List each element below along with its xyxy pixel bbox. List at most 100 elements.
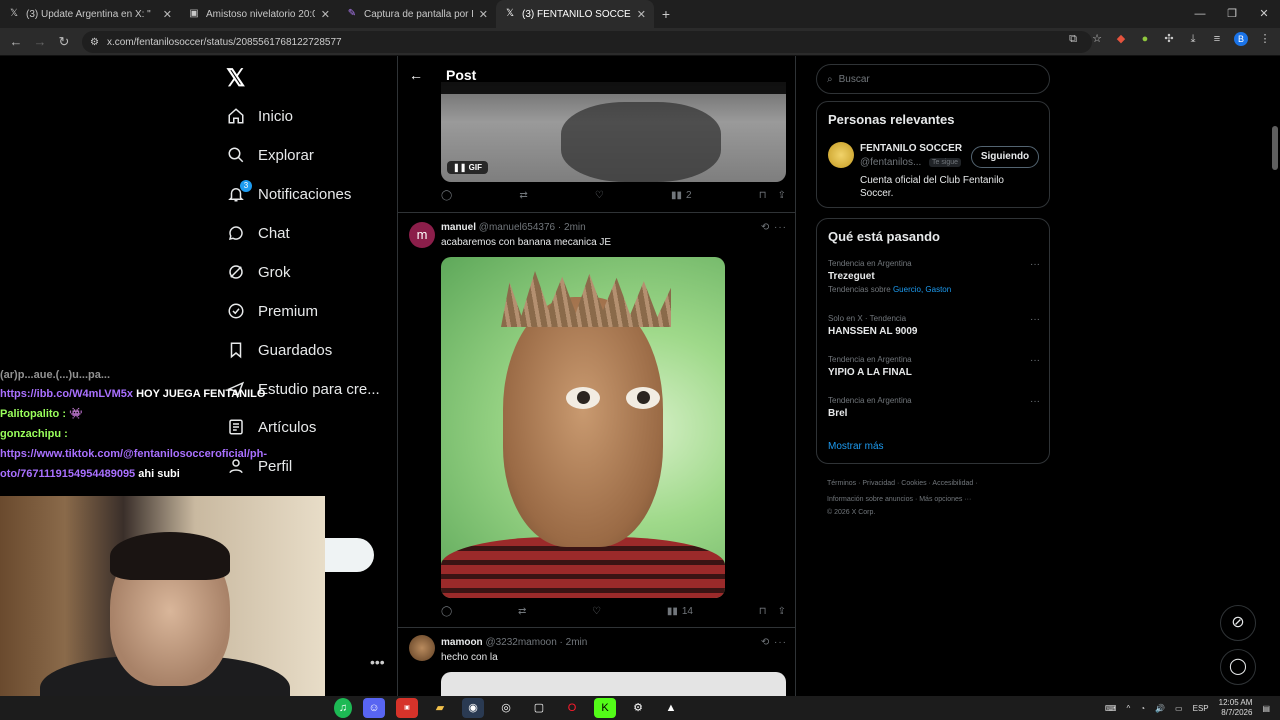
nav-item-chat[interactable]: Chat bbox=[226, 223, 290, 243]
nav-item-bookmarks[interactable]: Guardados bbox=[226, 340, 332, 360]
page-scrollbar[interactable] bbox=[1270, 56, 1280, 696]
reply-icon[interactable]: ◯ bbox=[441, 190, 452, 201]
show-more-link[interactable]: Mostrar más bbox=[828, 441, 884, 452]
tray-arrow-icon[interactable]: ^ bbox=[1126, 704, 1130, 713]
new-tab-icon[interactable]: + bbox=[654, 6, 678, 22]
tweet-author-name[interactable]: mamoon bbox=[441, 637, 483, 648]
retweet-icon[interactable]: ⇄ bbox=[519, 190, 527, 201]
extension-red-icon[interactable]: ◆ bbox=[1114, 32, 1128, 46]
x-logo-icon[interactable]: 𝕏 bbox=[226, 64, 245, 93]
browser-tab[interactable]: ▣ Amistoso nivelatorio 20:00 HS ✕ bbox=[180, 0, 338, 28]
restore-icon[interactable]: ❐ bbox=[1216, 0, 1248, 28]
puzzle-icon[interactable]: ✣ bbox=[1162, 32, 1176, 46]
reply-icon[interactable]: ◯ bbox=[441, 606, 452, 617]
url-input[interactable]: ⚙ x.com/fentanilosoccer/status/208556176… bbox=[82, 31, 1092, 53]
spotify-icon[interactable]: ♫ bbox=[334, 698, 352, 718]
tweet-time[interactable]: · 2min bbox=[560, 637, 588, 648]
media-icon[interactable]: ≡ bbox=[1210, 32, 1224, 46]
grok-more-icons[interactable]: ⟲ ··· bbox=[761, 637, 787, 648]
more-icon[interactable]: ··· bbox=[1030, 355, 1040, 366]
profile-name[interactable]: FENTANILO SOCCER bbox=[860, 143, 962, 154]
reload-icon[interactable]: ↻ bbox=[52, 34, 76, 50]
search-input[interactable]: ⌕ Buscar bbox=[816, 64, 1050, 94]
views-icon[interactable]: ▮▮ 2 bbox=[671, 190, 692, 201]
trend-sub-links[interactable]: Guercio, Gaston bbox=[893, 285, 951, 294]
tweet-time[interactable]: · 2min bbox=[558, 222, 586, 233]
gif-media[interactable]: ❚❚ GIF bbox=[441, 82, 786, 182]
browser-tab-active[interactable]: 𝕏 (3) FENTANILO SOCCER en X: " ✕ bbox=[496, 0, 654, 28]
install-icon[interactable]: ⧉ bbox=[1066, 32, 1080, 46]
nav-item-grok[interactable]: Grok bbox=[226, 262, 291, 282]
volume-icon[interactable]: 🔊 bbox=[1155, 704, 1165, 713]
scrollbar-thumb[interactable] bbox=[1272, 126, 1278, 170]
app-white-icon[interactable]: ▢ bbox=[528, 698, 550, 718]
nav-item-explore[interactable]: Explorar bbox=[226, 145, 314, 165]
discord-icon[interactable]: ☺ bbox=[363, 698, 385, 718]
like-icon[interactable]: ♡ bbox=[592, 606, 601, 617]
avatar[interactable]: m bbox=[409, 222, 435, 248]
trend-item[interactable]: Tendencia en Argentina Trezeguet Tendenc… bbox=[828, 259, 1040, 294]
app-red-icon[interactable]: ▣ bbox=[396, 698, 418, 718]
keyboard-icon[interactable]: ⌨ bbox=[1105, 704, 1117, 713]
language-indicator[interactable]: ESP bbox=[1193, 704, 1209, 713]
chrome-icon[interactable]: ◉ bbox=[462, 698, 484, 718]
close-icon[interactable]: ✕ bbox=[637, 8, 646, 21]
minimize-icon[interactable]: — bbox=[1184, 0, 1216, 28]
opera-icon[interactable]: O bbox=[561, 698, 583, 718]
battery-icon[interactable]: ▭ bbox=[1175, 704, 1183, 713]
close-window-icon[interactable]: ✕ bbox=[1248, 0, 1280, 28]
tweet-image-partial[interactable] bbox=[441, 672, 786, 696]
retweet-icon[interactable]: ⇄ bbox=[518, 606, 526, 617]
download-icon[interactable]: ⤓ bbox=[1186, 32, 1200, 46]
tweet-handle[interactable]: @manuel654376 bbox=[479, 222, 555, 233]
avatar[interactable] bbox=[828, 142, 854, 168]
back-icon[interactable]: ← bbox=[4, 34, 28, 49]
back-arrow-icon[interactable]: ← bbox=[398, 67, 434, 83]
nav-item-home[interactable]: Inicio bbox=[226, 106, 293, 126]
account-menu-icon[interactable]: ••• bbox=[370, 654, 385, 670]
profile-handle[interactable]: @fentanilos... bbox=[860, 157, 921, 168]
star-icon[interactable]: ☆ bbox=[1090, 32, 1104, 46]
tweet-handle[interactable]: @3232mamoon bbox=[485, 637, 556, 648]
folder-icon[interactable]: ▰ bbox=[429, 698, 451, 718]
more-icon[interactable]: ··· bbox=[1030, 259, 1040, 270]
nav-item-premium[interactable]: Premium bbox=[226, 301, 318, 321]
app-dark-icon[interactable]: ▲ bbox=[660, 698, 682, 718]
avatar[interactable] bbox=[409, 635, 435, 661]
steam-icon[interactable]: ⚙ bbox=[627, 698, 649, 718]
grok-more-icons[interactable]: ⟲ ··· bbox=[761, 222, 787, 233]
messages-fab-icon[interactable]: ◯ bbox=[1220, 649, 1256, 685]
trend-item[interactable]: Solo en X · Tendencia HANSSEN AL 9009 ··… bbox=[828, 314, 1040, 337]
bookmark-action-icon[interactable]: ⊓ ⇪ bbox=[759, 190, 786, 201]
tweet-image[interactable] bbox=[441, 257, 725, 598]
profile-avatar[interactable]: B bbox=[1234, 32, 1248, 46]
more-icon[interactable]: ··· bbox=[1030, 314, 1040, 325]
browser-tab[interactable]: 𝕏 (3) Update Argentina en X: " ✕ bbox=[0, 0, 180, 28]
menu-icon[interactable]: ⋮ bbox=[1258, 32, 1272, 46]
views-icon[interactable]: ▮▮ 14 bbox=[667, 606, 693, 617]
trend-item[interactable]: Tendencia en Argentina Brel ··· bbox=[828, 396, 1040, 419]
following-button[interactable]: Siguiendo bbox=[971, 146, 1039, 168]
tweet-author-name[interactable]: manuel bbox=[441, 222, 476, 233]
kick-icon[interactable]: K bbox=[594, 698, 616, 718]
more-icon[interactable]: ··· bbox=[1030, 396, 1040, 407]
footer-line[interactable]: Términos · Privacidad · Cookies · Accesi… bbox=[827, 476, 1047, 492]
trend-item[interactable]: Tendencia en Argentina YIPIO A LA FINAL … bbox=[828, 355, 1040, 378]
extension-color-icon[interactable]: ● bbox=[1138, 32, 1152, 46]
site-info-icon[interactable]: ⚙ bbox=[90, 37, 99, 48]
grok-fab-icon[interactable]: ⊘ bbox=[1220, 605, 1256, 641]
network-icon[interactable]: ◔ bbox=[1140, 704, 1145, 713]
notification-center-icon[interactable]: ▤ bbox=[1262, 704, 1270, 713]
browser-tab[interactable]: ✎ Captura de pantalla por Lightsh ✕ bbox=[338, 0, 496, 28]
obs-icon[interactable]: ◎ bbox=[495, 698, 517, 718]
close-icon[interactable]: ✕ bbox=[321, 8, 330, 21]
forward-icon[interactable]: → bbox=[28, 34, 52, 49]
close-icon[interactable]: ✕ bbox=[163, 8, 172, 21]
bookmark-action-icon[interactable]: ⊓ ⇪ bbox=[759, 606, 786, 617]
close-icon[interactable]: ✕ bbox=[479, 8, 488, 21]
footer-line[interactable]: Información sobre anuncios · Más opcione… bbox=[827, 492, 1047, 508]
nav-item-notifications[interactable]: 3 Notificaciones bbox=[226, 180, 351, 204]
clock[interactable]: 12:05 AM 8/7/2026 bbox=[1219, 698, 1253, 718]
gif-tag[interactable]: ❚❚ GIF bbox=[447, 161, 488, 174]
like-icon[interactable]: ♡ bbox=[595, 190, 604, 201]
